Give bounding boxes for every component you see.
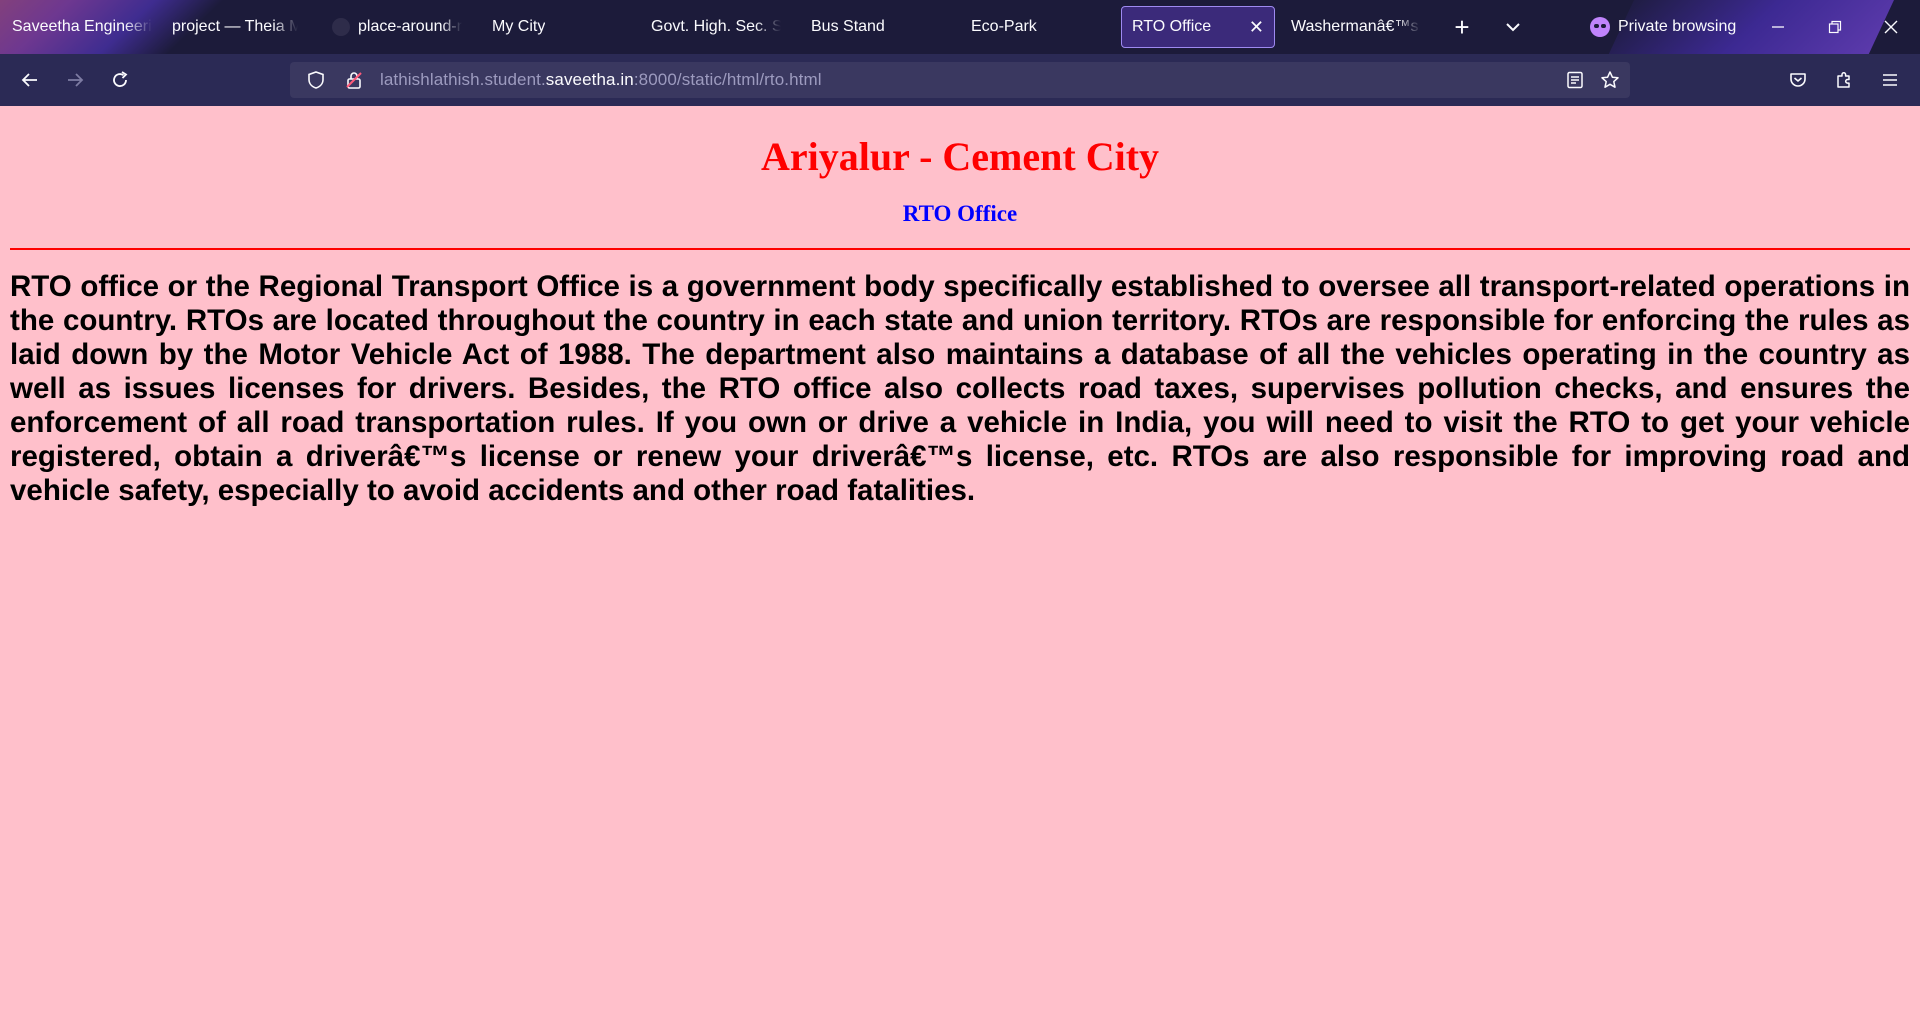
close-window-button[interactable] [1862,0,1920,54]
tab-bus-stand[interactable]: Bus Stand [801,6,951,48]
url-host: saveetha.in [545,70,634,89]
pocket-icon [1790,73,1806,87]
restore-button[interactable] [1806,0,1864,54]
tab-label: RTO Office [1132,18,1212,35]
star-icon [1601,71,1619,88]
reader-view-icon [1567,71,1583,89]
tab-my-city[interactable]: My City [482,6,632,48]
tab-label: place-around-me [358,18,462,35]
forward-button[interactable] [57,62,93,98]
tab-label: Eco-Park [971,18,1037,35]
address-bar[interactable]: lathishlathish.student.saveetha.in:8000/… [290,62,1630,98]
private-browsing-indicator: Private browsing [1590,6,1736,48]
plus-icon: + [1454,11,1470,42]
back-button[interactable] [12,62,48,98]
tab-label: Saveetha Engineering [12,18,152,35]
puzzle-icon [1837,71,1850,88]
restore-icon [1828,20,1842,34]
close-tab-icon[interactable]: ✕ [1239,17,1264,38]
tab-washermans-lake[interactable]: Washermanâ€™s Lake [1281,6,1431,48]
page-title: Ariyalur - Cement City [760,134,1160,179]
tab-govt-school[interactable]: Govt. High. Sec. School [641,6,791,48]
url-text[interactable]: lathishlathish.student.saveetha.in:8000/… [380,70,822,90]
tab-eco-park[interactable]: Eco-Park [961,6,1111,48]
tab-place-around-me[interactable]: place-around-me [322,6,472,48]
article-paragraph: RTO office or the Regional Transport Off… [10,270,1910,507]
tab-label: Govt. High. Sec. School [651,18,781,35]
navigation-toolbar: lathishlathish.student.saveetha.in:8000/… [0,54,1920,106]
tab-saveetha-engineering[interactable]: Saveetha Engineering [2,6,162,48]
url-prefix: lathishlathish.student. [380,70,546,89]
hamburger-menu-icon [1883,74,1897,86]
tab-label: Bus Stand [811,18,885,35]
new-tab-button[interactable]: + [1445,10,1479,44]
tab-label: project — Theia Multi [172,18,298,35]
tab-theia[interactable]: project — Theia Multi [162,6,308,48]
app-menu-button[interactable] [1872,62,1908,98]
tab-bar: Saveetha Engineering project — Theia Mul… [0,0,1920,54]
url-suffix: :8000/static/html/rto.html [633,70,822,89]
extensions-button[interactable] [1826,62,1862,98]
close-icon [1884,20,1898,34]
private-browsing-label: Private browsing [1618,18,1737,35]
back-arrow-icon [21,73,37,87]
private-mask-icon [1590,17,1610,37]
chevron-down-icon [1506,23,1520,32]
tab-label: Washermanâ€™s Lake [1291,18,1421,35]
page-subtitle: RTO Office [902,201,1018,226]
reload-icon [113,71,128,87]
tab-label: My City [492,18,546,35]
horizontal-rule [10,248,1910,250]
pocket-button[interactable] [1780,62,1816,98]
insecure-lock-icon[interactable] [344,70,364,90]
minimize-button[interactable] [1749,0,1807,54]
forward-arrow-icon [68,73,84,87]
tab-rto-office[interactable]: RTO Office ✕ [1121,6,1275,48]
page-content: Ariyalur - Cement City RTO Office RTO of… [0,106,1920,1020]
bookmark-button[interactable] [1600,62,1620,98]
minimize-icon [1772,26,1784,28]
list-all-tabs-button[interactable] [1496,10,1530,44]
github-icon [332,18,350,36]
shield-icon[interactable] [306,70,326,90]
reader-view-button[interactable] [1566,62,1584,98]
reload-button[interactable] [102,62,138,98]
